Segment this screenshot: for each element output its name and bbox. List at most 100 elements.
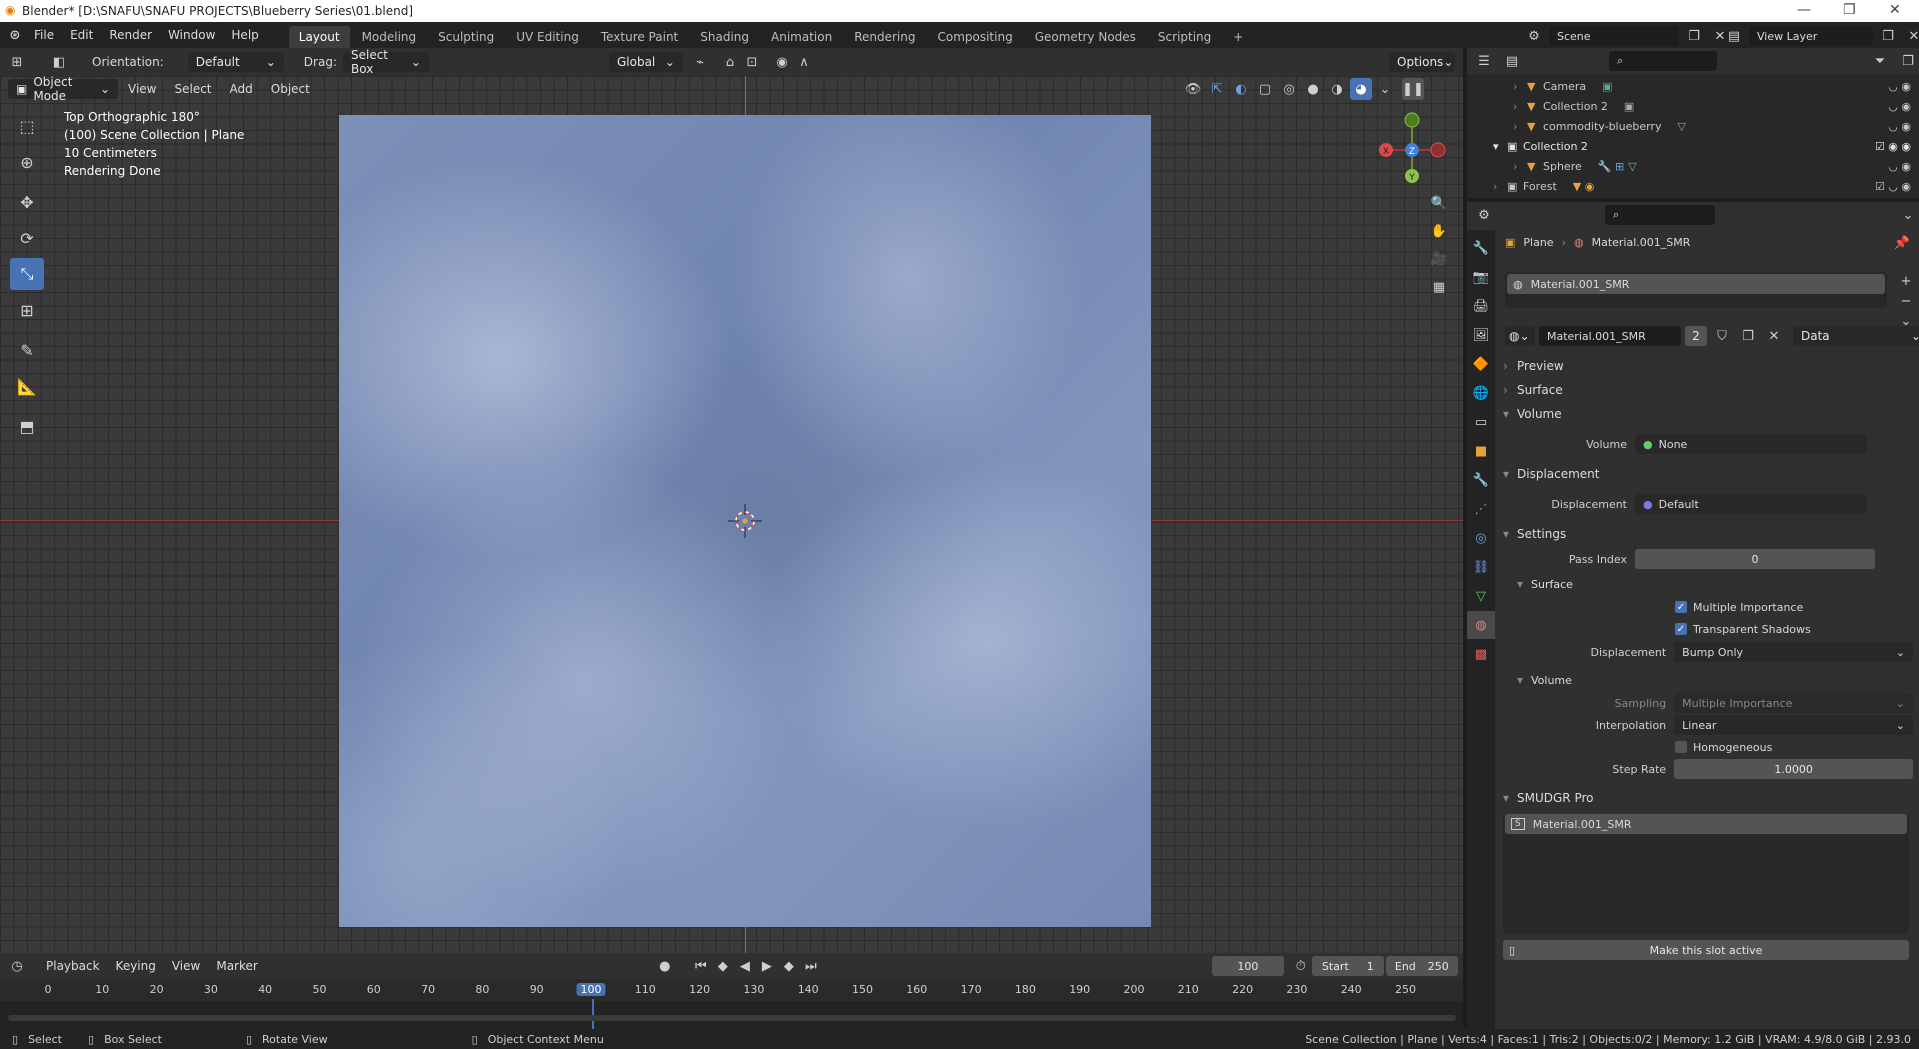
new-view-layer-icon[interactable]: ❐ [1877, 25, 1899, 47]
filter-icon[interactable]: ⏷ [1869, 50, 1891, 72]
add-workspace-button[interactable]: + [1223, 26, 1253, 48]
restore-icon[interactable]: ❐ [1843, 2, 1856, 18]
scene-tab-icon[interactable]: 🔶 [1467, 350, 1495, 378]
make-slot-active-button[interactable]: ▯ Make this slot active [1503, 940, 1909, 960]
outliner-row-commodity-blueberry[interactable]: › ▼ commodity-blueberry ▽ ◡ ◉ [1467, 116, 1919, 136]
play-icon[interactable]: ▶ [756, 955, 778, 977]
collection-tab-icon[interactable]: ▭ [1467, 408, 1495, 436]
add-slot-icon[interactable]: + [1895, 272, 1917, 290]
material-tab-icon[interactable]: ◍ [1467, 611, 1495, 639]
next-keyframe-icon[interactable]: ◆ [778, 955, 800, 977]
3d-cursor-icon[interactable] [728, 504, 762, 538]
sampling-dropdown[interactable]: Multiple Importance ⌄ [1674, 693, 1913, 713]
timeline-menu-marker[interactable]: Marker [208, 959, 265, 973]
tab-compositing[interactable]: Compositing [927, 26, 1022, 48]
pin-icon[interactable]: 📌 [1891, 232, 1913, 254]
outliner-row-collection[interactable]: ▾ ▣ Collection 2 ☑ ◉ ◉ [1467, 136, 1919, 156]
select-box-tool-icon[interactable]: ⬚ [10, 110, 44, 142]
tab-scripting[interactable]: Scripting [1148, 26, 1221, 48]
view-layer-tab-icon[interactable]: 🖼 [1467, 321, 1495, 349]
homogeneous-row[interactable]: Homogeneous [1503, 736, 1913, 758]
orientation-dropdown[interactable]: Default ⌄ [187, 52, 284, 72]
outliner-search[interactable]: ⌕ [1609, 51, 1717, 71]
editor-type-icon[interactable]: ⚙ [1473, 204, 1495, 226]
annotate-tool-icon[interactable]: ✎ [10, 334, 44, 366]
users-count[interactable]: 2 [1685, 326, 1707, 346]
timeline-scrollbar[interactable] [8, 1015, 1456, 1021]
timeline-menu-playback[interactable]: Playback [38, 959, 108, 973]
material-shading-icon[interactable]: ◑ [1326, 78, 1348, 100]
properties-search[interactable]: ⌕ [1605, 205, 1715, 225]
pause-render-icon[interactable]: ❚❚ [1402, 78, 1424, 100]
outliner-row-forest[interactable]: › ▣ Forest ▼ ◉ ☑ ◡ ◉ [1467, 176, 1919, 196]
jump-end-icon[interactable]: ⏭ [800, 955, 822, 977]
ortho-grid-icon[interactable]: ▦ [1428, 276, 1450, 298]
menu-help[interactable]: Help [223, 28, 266, 42]
prev-keyframe-icon[interactable]: ◆ [712, 955, 734, 977]
outliner-row-collection-2[interactable]: › ▼ Collection 2 ▣ ◡ ◉ [1467, 96, 1919, 116]
wireframe-shading-icon[interactable]: ◎ [1278, 78, 1300, 100]
transform-orientation-dropdown[interactable]: Global ⌄ [608, 52, 683, 72]
scene-field[interactable]: Scene [1549, 26, 1679, 46]
scale-tool-icon[interactable]: ⤡ [10, 258, 44, 290]
pan-hand-icon[interactable]: ✋ [1428, 220, 1450, 242]
subpanel-surface[interactable]: ▾ Surface [1503, 572, 1913, 596]
tab-texture-paint[interactable]: Texture Paint [591, 26, 688, 48]
tab-rendering[interactable]: Rendering [844, 26, 925, 48]
camera-view-icon[interactable]: 🎥 [1428, 248, 1450, 270]
display-mode-icon[interactable]: ▤ [1501, 50, 1523, 72]
delete-view-layer-icon[interactable]: ✕ [1903, 25, 1919, 47]
outliner-row-camera[interactable]: › ▼ Camera ▣ ◡ ◉ [1467, 76, 1919, 96]
vp-menu-object[interactable]: Object [263, 82, 318, 96]
chevron-down-icon[interactable]: ⌄ [1897, 204, 1919, 226]
vp-menu-select[interactable]: Select [166, 82, 219, 96]
unlink-icon[interactable]: ✕ [1763, 325, 1785, 347]
material-name-field[interactable]: Material.001_SMR [1539, 326, 1681, 346]
step-rate-field[interactable]: 1.0000 [1674, 759, 1913, 779]
current-frame-field[interactable]: 100 [1211, 956, 1284, 976]
rotate-tool-icon[interactable]: ⟳ [10, 222, 44, 254]
blender-menu-icon[interactable]: ⊛ [4, 24, 26, 46]
output-tab-icon[interactable]: 🖨 [1467, 292, 1495, 320]
vp-menu-view[interactable]: View [120, 82, 164, 96]
panel-displacement[interactable]: ▾ Displacement [1503, 462, 1913, 486]
subpanel-volume[interactable]: ▾ Volume [1503, 668, 1913, 692]
object-tab-icon[interactable]: ■ [1467, 437, 1495, 465]
tab-modeling[interactable]: Modeling [352, 26, 427, 48]
browse-material-icon[interactable]: ◍⌄ [1505, 326, 1535, 346]
texture-tab-icon[interactable]: ▩ [1467, 640, 1495, 668]
stopwatch-icon[interactable]: ⏱ [1290, 955, 1312, 977]
world-tab-icon[interactable]: 🌐 [1467, 379, 1495, 407]
constraints-tab-icon[interactable]: ⛓ [1467, 553, 1495, 581]
panel-preview[interactable]: › Preview [1503, 354, 1913, 378]
tool-tab-icon[interactable]: 🔧 [1467, 234, 1495, 262]
close-icon[interactable]: ✕ [1889, 2, 1901, 18]
object-mode-dropdown[interactable]: ▣ Object Mode ⌄ [8, 76, 118, 103]
multiple-importance-row[interactable]: ✓ Multiple Importance [1503, 596, 1913, 618]
menu-window[interactable]: Window [160, 28, 223, 42]
link-dropdown[interactable]: Data ⌄ [1793, 326, 1919, 346]
falloff-icon[interactable]: ∧ [793, 51, 815, 73]
start-frame-field[interactable]: Start 1 [1311, 956, 1384, 976]
displacement-method-dropdown[interactable]: Bump Only ⌄ [1674, 642, 1913, 662]
panel-settings[interactable]: ▾ Settings [1503, 522, 1913, 546]
tab-geometry-nodes[interactable]: Geometry Nodes [1025, 26, 1146, 48]
solid-shading-icon[interactable]: ● [1302, 78, 1324, 100]
fake-user-icon[interactable]: ⛉ [1711, 325, 1733, 347]
tab-sculpting[interactable]: Sculpting [428, 26, 504, 48]
render-tab-icon[interactable]: 📷 [1467, 263, 1495, 291]
rendered-shading-icon[interactable]: ◕ [1350, 78, 1372, 100]
frame-ruler[interactable]: 0 10 20 30 40 50 60 70 80 90 100 110 120 130 140 150 160… [0, 979, 1463, 1029]
volume-socket-field[interactable]: ● None [1635, 434, 1867, 454]
snap-icon[interactable]: ⌂ [719, 51, 741, 73]
new-collection-icon[interactable]: ❐ [1897, 50, 1919, 72]
menu-edit[interactable]: Edit [62, 28, 101, 42]
move-tool-icon[interactable]: ✥ [10, 186, 44, 218]
modifier-tab-icon[interactable]: 🔧 [1467, 466, 1495, 494]
displacement-socket-field[interactable]: ● Default [1635, 494, 1867, 514]
zoom-icon[interactable]: 🔍 [1428, 192, 1450, 214]
data-tab-icon[interactable]: ▽ [1467, 582, 1495, 610]
play-reverse-icon[interactable]: ◀ [734, 955, 756, 977]
timeline-menu-view[interactable]: View [164, 959, 208, 973]
tab-uv-editing[interactable]: UV Editing [506, 26, 589, 48]
